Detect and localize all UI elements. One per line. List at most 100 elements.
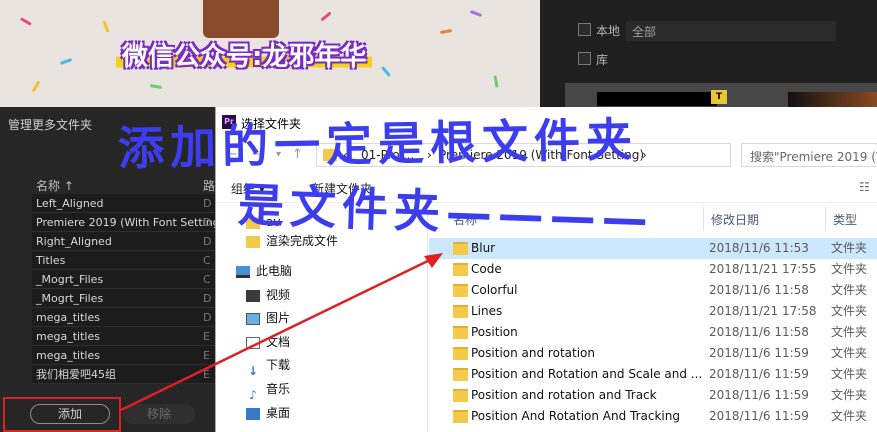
annotation-text-line1: 添加的一定是根文件夹	[117, 112, 639, 176]
file-name: Position and Rotation and Scale and ...	[471, 367, 703, 381]
column-header-name[interactable]: 名称 ↑	[36, 177, 74, 194]
picture-icon	[246, 312, 260, 325]
file-name: Position and rotation and Track	[471, 388, 657, 402]
folder-name: Left_Aligned	[36, 197, 104, 210]
sprinkle	[320, 11, 332, 22]
folder-name: 我们相爱吧45组	[36, 368, 116, 381]
file-modified: 2018/11/21 17:55	[709, 262, 817, 276]
file-name: Position And Rotation And Tracking	[471, 409, 680, 423]
folder-icon	[453, 284, 468, 297]
folder-path: E	[203, 330, 210, 343]
file-type: 文件夹	[831, 304, 868, 318]
download-icon: ↓	[247, 363, 259, 378]
table-row[interactable]: Code 2018/11/21 17:55 文件夹	[429, 259, 877, 280]
folder-path: D	[203, 197, 212, 210]
table-row[interactable]: Lines 2018/11/21 17:58 文件夹	[429, 301, 877, 322]
file-name: Colorful	[471, 283, 518, 297]
library-label: 库	[596, 53, 609, 67]
folder-name: _Mogrt_Files	[36, 273, 104, 286]
list-item[interactable]: Premiere 2019 (With Font Setting) D	[32, 213, 215, 232]
watermark-text: 微信公众号:龙邪年华	[116, 36, 373, 73]
list-item[interactable]: _Mogrt_Files D	[32, 289, 215, 308]
folder-icon	[453, 263, 468, 276]
folder-icon	[453, 305, 468, 318]
nav-item-videos[interactable]: 视频	[246, 284, 290, 306]
library-checkbox[interactable]	[578, 52, 591, 65]
nav-item-this-pc[interactable]: 此电脑	[236, 260, 292, 282]
sprinkle	[469, 10, 483, 17]
folder-name: Titles	[36, 254, 66, 267]
list-item[interactable]: mega_titles D	[32, 308, 215, 327]
sprinkle	[380, 65, 392, 78]
folder-path: E	[203, 368, 210, 381]
highlight-box	[3, 397, 121, 432]
list-item[interactable]: Titles C	[32, 251, 215, 270]
sprinkle	[493, 75, 499, 88]
folder-list: Left_Aligned D Premiere 2019 (With Font S…	[32, 194, 215, 384]
table-row[interactable]: Position 2018/11/6 11:58 文件夹	[429, 322, 877, 343]
list-item[interactable]: 我们相爱吧45组 E	[32, 365, 215, 384]
folder-name: Premiere 2019 (With Font Setting)	[36, 216, 215, 229]
nav-item-desktop[interactable]: 桌面	[246, 402, 290, 424]
table-row[interactable]: Colorful 2018/11/6 11:58 文件夹	[429, 280, 877, 301]
list-item[interactable]: Right_Aligned D	[32, 232, 215, 251]
list-item[interactable]: mega_titles E	[32, 327, 215, 346]
desktop-icon	[246, 407, 260, 420]
local-select[interactable]: 全部	[626, 21, 836, 41]
table-row[interactable]: Position and Rotation and Scale and ... 2…	[429, 364, 877, 385]
folder-path: D	[203, 311, 212, 324]
file-type: 文件夹	[831, 409, 868, 423]
nav-item-pictures[interactable]: 图片	[246, 307, 290, 329]
file-modified: 2018/11/6 11:59	[709, 367, 809, 381]
table-row[interactable]: Position And Rotation And Tracking 2018/1…	[429, 406, 877, 427]
file-type: 文件夹	[831, 346, 868, 360]
file-type: 文件夹	[831, 388, 868, 402]
column-divider[interactable]	[703, 207, 704, 231]
sprinkle	[439, 28, 453, 35]
list-item[interactable]: Left_Aligned D	[32, 194, 215, 213]
nav-item-documents[interactable]: 文档	[246, 331, 290, 353]
sprinkle	[20, 17, 32, 26]
computer-icon	[236, 265, 250, 278]
chocolate-bar-image	[203, 0, 279, 38]
file-modified: 2018/11/6 11:59	[709, 409, 809, 423]
file-modified: 2018/11/6 11:59	[709, 388, 809, 402]
column-header-type[interactable]: 类型	[833, 211, 857, 228]
list-item[interactable]: mega_titles E	[32, 346, 215, 365]
folder-path: D	[203, 216, 212, 229]
document-icon	[246, 336, 260, 349]
nav-item-label: 下载	[266, 358, 291, 372]
folder-name: Right_Aligned	[36, 235, 112, 248]
folder-name: mega_titles	[36, 349, 100, 362]
nav-item-downloads[interactable]: ↓ 下载	[246, 354, 291, 378]
remove-button[interactable]: 移除	[123, 404, 195, 424]
column-header-modified[interactable]: 修改日期	[711, 211, 759, 228]
table-row[interactable]: Position and rotation and Track 2018/11/6…	[429, 385, 877, 406]
file-modified: 2018/11/6 11:58	[709, 325, 809, 339]
music-icon: ♪	[249, 387, 257, 402]
local-checkbox[interactable]	[578, 23, 591, 36]
column-header-path[interactable]: 路	[203, 177, 215, 194]
nav-item-music[interactable]: ♪ 音乐	[246, 378, 290, 402]
folder-icon	[246, 235, 260, 248]
list-item[interactable]: _Mogrt_Files C	[32, 270, 215, 289]
template-thumbnail[interactable]	[788, 92, 877, 107]
folder-icon	[453, 347, 468, 360]
column-divider[interactable]	[825, 207, 826, 231]
folder-icon	[453, 410, 468, 423]
folder-path: D	[203, 292, 212, 305]
file-name: Lines	[471, 304, 503, 318]
search-input[interactable]: 搜索"Premiere 2019 (W	[741, 143, 877, 167]
folder-path: D	[203, 235, 212, 248]
file-name: Position and rotation	[471, 346, 595, 360]
view-options-icon[interactable]: ☷	[859, 180, 870, 194]
dialog-title: 管理更多文件夹	[8, 118, 93, 132]
folder-icon	[453, 326, 468, 339]
breadcrumb-separator[interactable]: ›	[642, 148, 647, 162]
text-template-icon: T	[711, 90, 727, 104]
table-row[interactable]: Position and rotation 2018/11/6 11:59 文件夹	[429, 343, 877, 364]
nav-item-label: 图片	[266, 311, 291, 325]
folder-icon	[453, 368, 468, 381]
sprinkle	[149, 83, 163, 90]
folder-icon	[453, 389, 468, 402]
